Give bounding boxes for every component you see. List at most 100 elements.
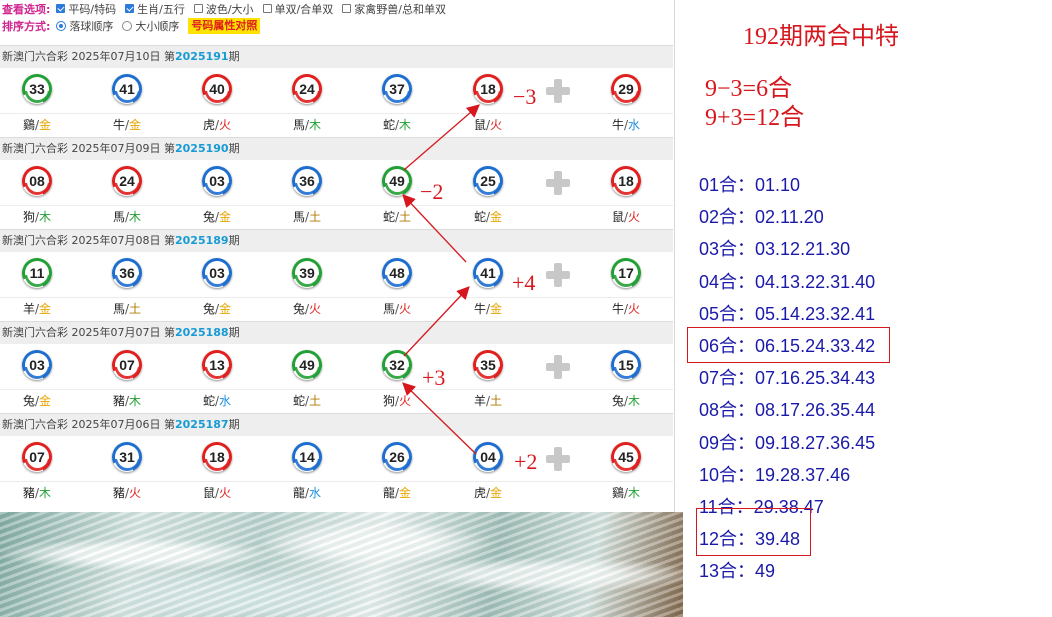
ball-cell: 41 xyxy=(107,68,147,104)
checkbox-0[interactable] xyxy=(56,4,66,13)
zodiac-sign: 狗 xyxy=(382,394,395,408)
radio-0[interactable] xyxy=(56,20,67,31)
five-element: 火 xyxy=(628,210,641,224)
view-option-2[interactable]: 波色/大小 xyxy=(193,1,254,17)
he-row-4: 04合：04.13.22.31.40 xyxy=(699,271,876,292)
lottery-ball-red: 40 xyxy=(202,74,232,104)
ball-number: 18 xyxy=(477,78,499,100)
view-option-label: 家禽野兽/总和单双 xyxy=(354,2,446,16)
view-option-3[interactable]: 单双/合单双 xyxy=(262,1,334,17)
zodiac-element: 鷄/金 xyxy=(17,114,57,136)
ball-cell: 49 xyxy=(377,160,417,196)
checkbox-2[interactable] xyxy=(193,4,203,13)
ball-number: 15 xyxy=(615,354,637,376)
checkbox-3[interactable] xyxy=(262,4,272,13)
zodiac-element: 豬/木 xyxy=(107,390,147,412)
radio-1[interactable] xyxy=(122,20,133,31)
zodiac-sign: 豬 xyxy=(22,486,35,500)
lottery-ball-green: 49 xyxy=(382,166,412,196)
lottery-ball-blue: 04 xyxy=(473,442,503,472)
ball-row: 33 41 40 24 37 18 29 xyxy=(0,68,673,114)
draw-period-number: 2025188 xyxy=(174,326,229,339)
lottery-ball-red: 24 xyxy=(112,166,142,196)
ball-number: 18 xyxy=(206,446,228,468)
ball-number: 08 xyxy=(26,170,48,192)
lottery-ball-blue: 03 xyxy=(22,350,52,380)
lottery-ball-blue: 15 xyxy=(611,350,641,380)
five-element: 火 xyxy=(219,486,232,500)
checkbox-1[interactable] xyxy=(125,4,135,13)
ball-number: 29 xyxy=(615,78,637,100)
he-row-2: 02合：02.11.20 xyxy=(699,207,824,228)
zodiac-sign: 馬 xyxy=(112,302,125,316)
ball-row: 07 31 18 14 26 04 45 xyxy=(0,436,673,482)
offset-label-2025187: +2 xyxy=(514,449,538,474)
five-element: 木 xyxy=(399,118,412,132)
five-element: 火 xyxy=(309,302,322,316)
zodiac-element: 鼠/火 xyxy=(606,206,646,228)
draw-header: 新澳门六合彩 2025年07月10日 第2025191期 xyxy=(0,45,673,68)
zodiac-element: 狗/木 xyxy=(17,206,57,228)
zodiac-sign: 豬 xyxy=(112,394,125,408)
zodiac-element: 龍/水 xyxy=(287,482,327,504)
ball-number: 03 xyxy=(206,262,228,284)
ball-cell: 48 xyxy=(377,252,417,288)
zodiac-sign: 馬 xyxy=(112,210,125,224)
ball-number: 32 xyxy=(386,354,408,376)
zodiac-element: 龍/金 xyxy=(377,482,417,504)
zodiac-element: 馬/土 xyxy=(287,206,327,228)
he-row-8: 08合：08.17.26.35.44 xyxy=(699,400,876,421)
ball-cell: 40 xyxy=(197,68,237,104)
zodiac-sign: 虎 xyxy=(473,486,486,500)
ball-cell: 32 xyxy=(377,344,417,380)
draw-date: 新澳门六合彩 2025年07月06日 第 xyxy=(2,418,175,431)
draw-date: 新澳门六合彩 2025年07月10日 第 xyxy=(2,50,175,63)
ball-cell: 24 xyxy=(107,160,147,196)
sort-option-label: 大小顺序 xyxy=(135,19,180,33)
number-attribute-table-button[interactable]: 号码属性对照 xyxy=(188,17,261,34)
zodiac-element: 鼠/火 xyxy=(197,482,237,504)
view-option-label: 单双/合单双 xyxy=(274,2,334,16)
zodiac-element: 牛/金 xyxy=(468,298,508,320)
five-element: 木 xyxy=(309,118,322,132)
checkbox-4[interactable] xyxy=(342,4,352,13)
view-option-0[interactable]: 平码/特码 xyxy=(56,1,116,17)
special-ball-cell: 17 xyxy=(606,252,646,288)
view-option-4[interactable]: 家禽野兽/总和单双 xyxy=(342,1,446,17)
ball-row: 03 07 13 49 32 35 15 xyxy=(0,344,673,390)
zodiac-sign: 狗 xyxy=(22,210,35,224)
view-options-label: 查看选项: xyxy=(2,2,51,16)
five-element: 金 xyxy=(490,210,503,224)
zodiac-sign: 牛 xyxy=(473,302,486,316)
zodiac-sign: 蛇 xyxy=(473,210,486,224)
draw-period-number: 2025189 xyxy=(174,234,229,247)
he-row-5: 05合：05.14.23.32.41 xyxy=(699,303,876,324)
zodiac-element: 蛇/土 xyxy=(377,206,417,228)
ball-cell: 03 xyxy=(17,344,57,380)
lottery-ball-blue: 03 xyxy=(202,166,232,196)
special-ball-cell: 15 xyxy=(606,344,646,380)
draw-record-2025191: 新澳门六合彩 2025年07月10日 第2025191期 33 41 40 24 37 18… xyxy=(0,45,673,137)
zodiac-element: 虎/金 xyxy=(468,482,508,504)
zodiac-element: 馬/火 xyxy=(377,298,417,320)
zodiac-element: 豬/火 xyxy=(107,482,147,504)
five-element: 土 xyxy=(129,302,142,316)
view-options-row: 查看选项: 平码/特码 生肖/五行 波色/大小 单双/合单双 家禽野兽/总和单双 xyxy=(2,0,455,17)
ball-cell: 07 xyxy=(107,344,147,380)
view-option-1[interactable]: 生肖/五行 xyxy=(125,1,185,17)
zodiac-sign: 虎 xyxy=(202,118,215,132)
draw-header: 新澳门六合彩 2025年07月08日 第2025189期 xyxy=(0,229,673,252)
sort-options-label: 排序方式: xyxy=(2,19,51,33)
offset-label-2025188: +3 xyxy=(422,365,446,390)
ball-number: 03 xyxy=(206,170,228,192)
sort-option-0[interactable]: 落球顺序 xyxy=(56,18,113,34)
ball-cell: 37 xyxy=(377,68,417,104)
five-element: 金 xyxy=(399,486,412,500)
decorative-sea-image xyxy=(0,512,683,617)
zodiac-sign: 羊 xyxy=(22,302,35,316)
special-ball-cell: 18 xyxy=(606,160,646,196)
zodiac-sign: 蛇 xyxy=(292,394,305,408)
sort-option-1[interactable]: 大小顺序 xyxy=(122,18,179,34)
zodiac-row: 羊/金 馬/土 兔/金 兔/火 馬/火 牛/金 牛/火 xyxy=(0,298,673,321)
ball-cell: 14 xyxy=(287,436,327,472)
